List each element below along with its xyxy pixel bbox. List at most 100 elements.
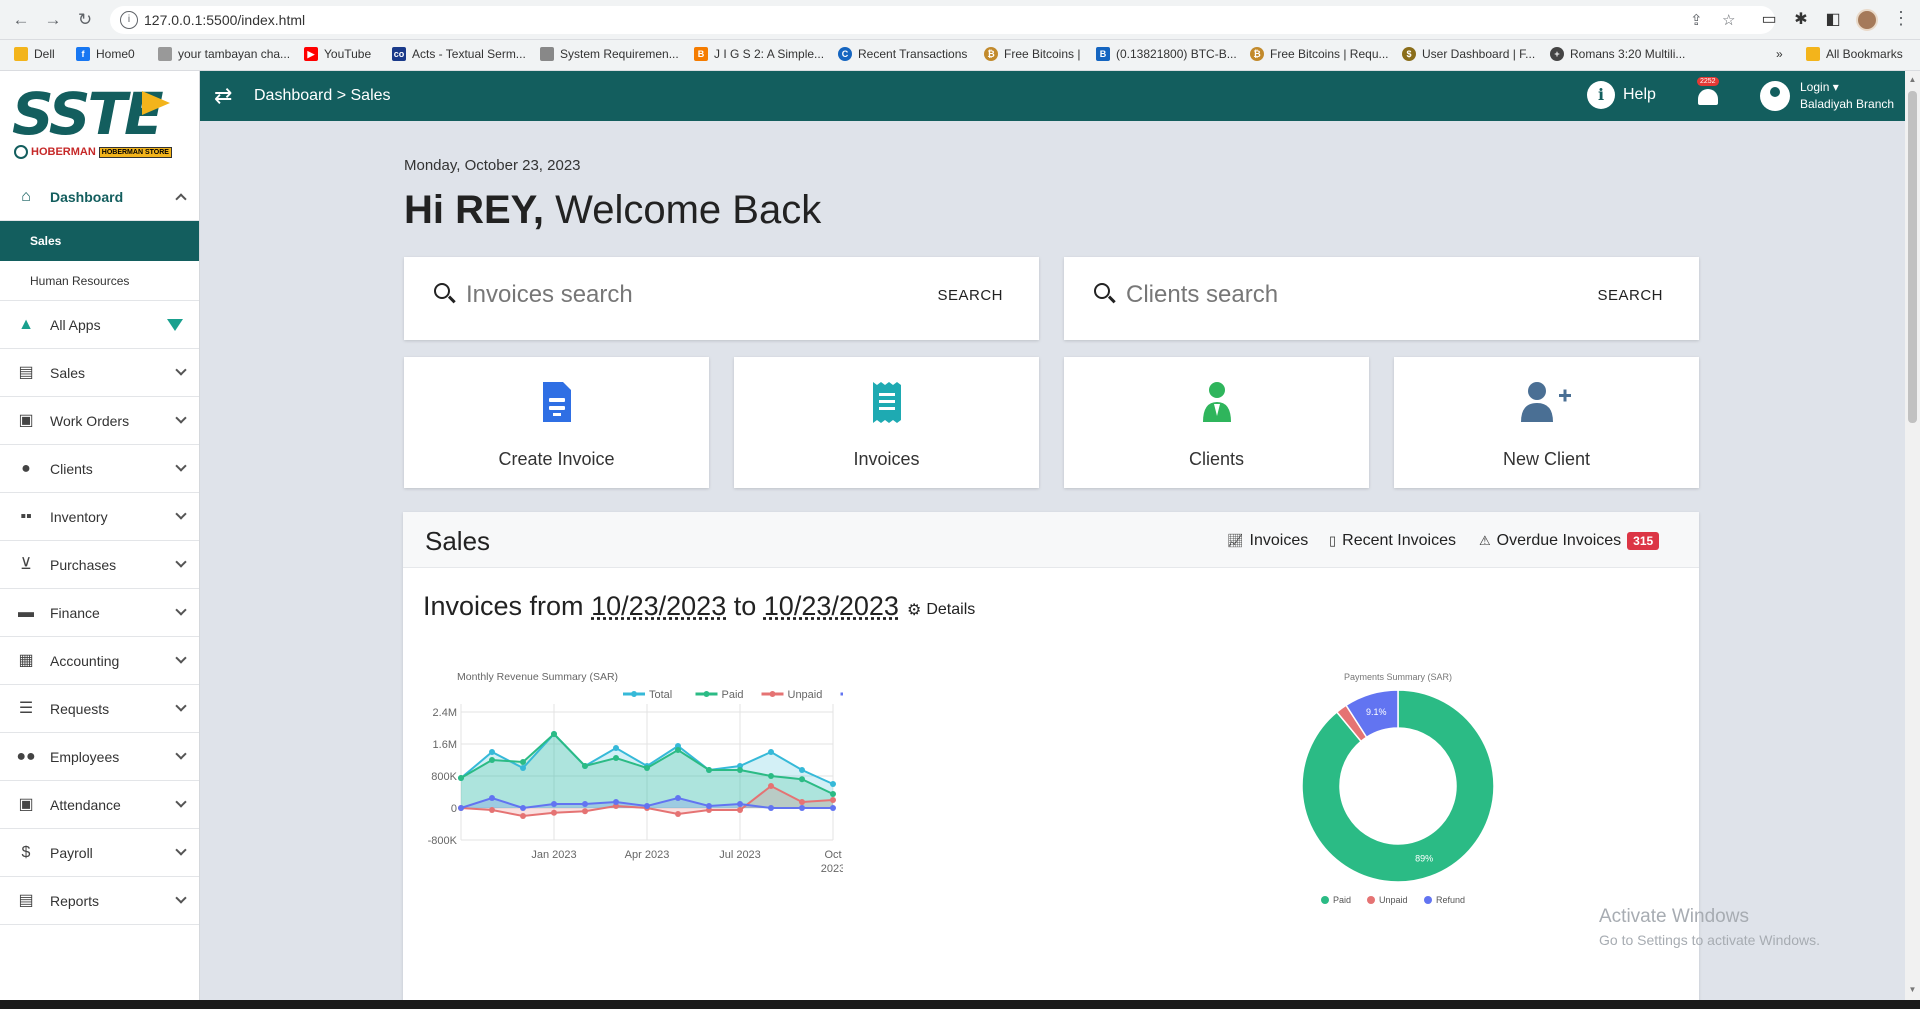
data-point — [551, 801, 557, 807]
clients-tile[interactable]: Clients — [1064, 357, 1369, 488]
bookmark-item[interactable]: System Requiremen... — [540, 47, 679, 61]
swap-arrows-icon[interactable]: ⇄ — [214, 83, 232, 109]
notifications-bell-icon[interactable]: 2252 — [1695, 77, 1721, 109]
sidebar-item-all-apps[interactable]: ▲ All Apps — [0, 301, 199, 349]
scroll-up-icon[interactable]: ▲ — [1908, 75, 1917, 84]
help-button[interactable]: i Help — [1587, 81, 1656, 109]
sidebar-item-sales[interactable]: ▤ Sales — [0, 349, 199, 397]
sidebar-item-employees[interactable]: ●● Employees — [0, 733, 199, 781]
bookmark-item[interactable]: co Acts - Textual Serm... — [392, 47, 526, 61]
data-point — [706, 767, 712, 773]
sidebar-item-dashboard[interactable]: ⌂ Dashboard — [0, 173, 199, 221]
scroll-thumb[interactable] — [1908, 91, 1917, 423]
sidebar-subitem-human-resources[interactable]: Human Resources — [0, 261, 199, 301]
bookmark-label: Dell — [34, 47, 55, 61]
client-search-button[interactable]: SEARCH — [1597, 287, 1663, 304]
facebook-icon: f — [76, 47, 90, 61]
bookmarks-overflow[interactable]: » — [1776, 47, 1783, 61]
bookmark-item[interactable]: ₿ Free Bitcoins | Requ... — [1250, 47, 1389, 61]
client-search-input[interactable] — [1126, 281, 1546, 309]
y-tick-label: 0 — [451, 803, 457, 815]
page-scrollbar[interactable]: ▲ ▼ — [1905, 71, 1920, 1000]
forward-icon[interactable]: → — [42, 9, 64, 31]
sidebar-item-clients[interactable]: ● Clients — [0, 445, 199, 493]
bookmark-label: your tambayan cha... — [178, 47, 291, 61]
share-icon[interactable]: ⇪ — [1690, 11, 1703, 29]
branch-label: Baladiyah Branch — [1800, 97, 1895, 111]
chrome-menu-icon[interactable]: ⋮ — [1892, 8, 1910, 29]
cross-icon: + — [1550, 47, 1564, 61]
bookmark-label: System Requiremen... — [560, 47, 679, 61]
bookmark-item[interactable]: ₿ Free Bitcoins | — [984, 47, 1080, 61]
url-text[interactable]: 127.0.0.1:5500/index.html — [144, 12, 305, 28]
sidebar-item-requests[interactable]: ☰ Requests — [0, 685, 199, 733]
data-point — [520, 805, 526, 811]
x-tick-label: Apr 2023 — [625, 849, 670, 861]
all-bookmarks[interactable]: All Bookmarks — [1806, 47, 1903, 61]
side-panel-icon[interactable]: ◧ — [1822, 9, 1844, 31]
sidebar-subitem-sales[interactable]: Sales — [0, 221, 199, 261]
tab-invoices[interactable]: 📈︎ Invoices — [1227, 532, 1308, 550]
bookmark-item[interactable]: your tambayan cha... — [158, 47, 290, 61]
bookmark-item[interactable]: B (0.13821800) BTC-B... — [1096, 47, 1237, 61]
sidebar-item-payroll[interactable]: $ Payroll — [0, 829, 199, 877]
details-button[interactable]: ⚙ Details — [907, 600, 975, 620]
bookmark-item[interactable]: B J I G S 2: A Simple... — [694, 47, 824, 61]
new-client-tile[interactable]: New Client — [1394, 357, 1699, 488]
overdue-count-badge: 315 — [1627, 532, 1660, 550]
x-tick-label: Jan 2023 — [531, 849, 576, 861]
sidebar-item-purchases[interactable]: ⊻ Purchases — [0, 541, 199, 589]
tile-label: Create Invoice — [498, 449, 615, 469]
reload-icon[interactable]: ↻ — [74, 9, 96, 31]
brand-logo[interactable]: SSTE HOBERMAN HOBERMAN STORE — [12, 83, 187, 161]
bookmark-item[interactable]: f Home0 — [76, 47, 135, 61]
extensions-icon[interactable]: ✱ — [1790, 9, 1812, 31]
chevron-down-icon — [175, 412, 187, 424]
sidebar-item-attendance[interactable]: ▣ Attendance — [0, 781, 199, 829]
sidebar-item-inventory[interactable]: ▪▪ Inventory — [0, 493, 199, 541]
warning-icon: ⚠ — [1479, 533, 1491, 548]
sidebar-item-finance[interactable]: ▬ Finance — [0, 589, 199, 637]
chevron-down-icon — [175, 364, 187, 376]
data-point — [520, 759, 526, 765]
user-menu[interactable]: Login ▾ Baladiyah Branch — [1760, 79, 1894, 113]
data-point — [675, 811, 681, 817]
site-info-icon[interactable]: i — [120, 11, 138, 29]
back-icon[interactable]: ← — [10, 9, 32, 31]
range-to-date[interactable]: 10/23/2023 — [764, 591, 899, 621]
sidebar-item-accounting[interactable]: ▦ Accounting — [0, 637, 199, 685]
folder-icon — [1806, 47, 1820, 61]
tab-overdue-invoices[interactable]: ⚠ Overdue Invoices 315 — [1479, 532, 1660, 550]
create-invoice-tile[interactable]: Create Invoice — [404, 357, 709, 488]
sidebar-item-label: Dashboard — [50, 188, 124, 205]
top-app-bar: ⇄ Dashboard > Sales i Help 2252 Login ▾ … — [200, 71, 1905, 121]
chevron-down-icon — [175, 748, 187, 760]
bookmark-item[interactable]: Dell — [14, 47, 55, 61]
cast-icon[interactable]: ▭ — [1758, 9, 1780, 31]
scroll-down-icon[interactable]: ▼ — [1908, 985, 1917, 994]
profile-avatar[interactable] — [1856, 9, 1878, 31]
client-user-icon — [1203, 382, 1231, 422]
invoice-search-input[interactable] — [466, 281, 886, 309]
sidebar-item-work-orders[interactable]: ▣ Work Orders — [0, 397, 199, 445]
invoice-search-button[interactable]: SEARCH — [937, 287, 1003, 304]
bookmark-item[interactable]: $ User Dashboard | F... — [1402, 47, 1535, 61]
tile-label: Invoices — [853, 449, 920, 469]
taskbar — [0, 1000, 1920, 1009]
invoices-tile[interactable]: Invoices — [734, 357, 1039, 488]
receipt-icon — [873, 382, 901, 423]
bell-shape — [1698, 89, 1718, 105]
calculator-icon: ▦ — [18, 651, 34, 669]
bookmark-item[interactable]: ▶ YouTube — [304, 47, 371, 61]
logo-text: SSTE — [12, 80, 164, 148]
range-from-date[interactable]: 10/23/2023 — [591, 591, 726, 621]
data-point — [489, 795, 495, 801]
bookmark-item[interactable]: + Romans 3:20 Multili... — [1550, 47, 1685, 61]
sidebar-item-label: Work Orders — [50, 412, 130, 429]
tab-recent-invoices[interactable]: ▯ Recent Invoices — [1329, 532, 1456, 550]
bookmark-star-icon[interactable]: ☆ — [1722, 11, 1735, 29]
bookmark-item[interactable]: C Recent Transactions — [838, 47, 967, 61]
address-bar[interactable]: i 127.0.0.1:5500/index.html ⇪ ☆ — [110, 6, 1775, 34]
sidebar-item-reports[interactable]: ▤ Reports — [0, 877, 199, 925]
greeting-text: Welcome Back — [555, 188, 822, 232]
